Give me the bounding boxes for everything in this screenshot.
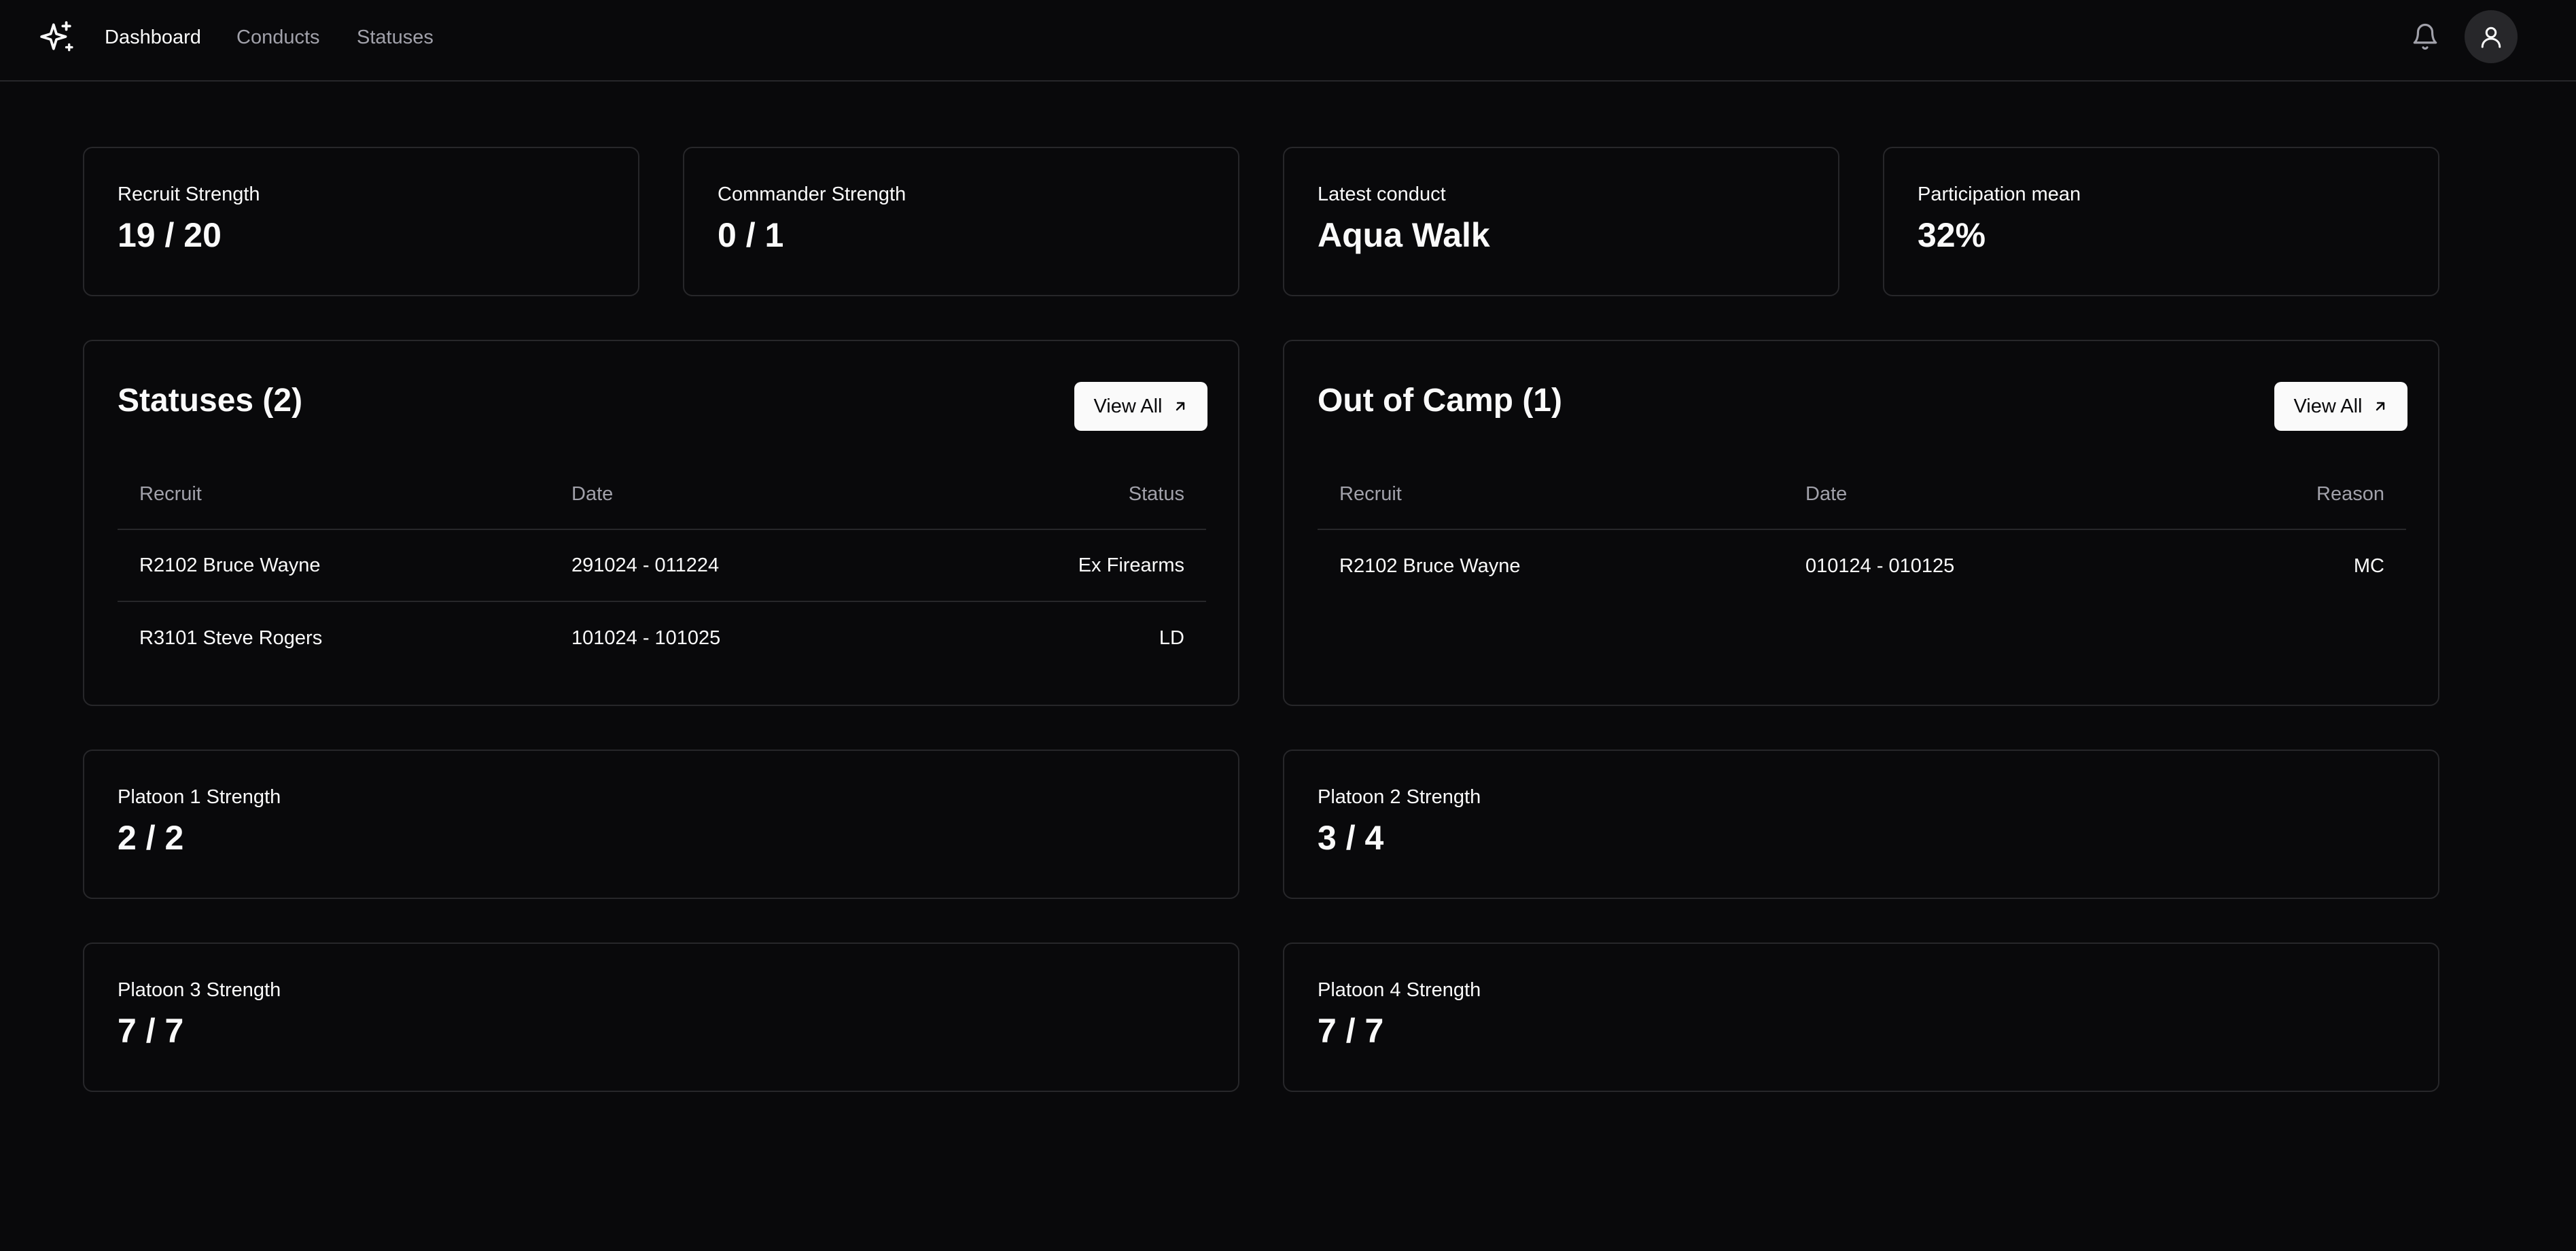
stat-value: Aqua Walk (1318, 216, 1490, 254)
status-cell: Ex Firearms (1078, 554, 1184, 576)
date-cell: 010124 - 010125 (1805, 554, 1955, 577)
platoon-3-strength-card: Platoon 3 Strength 7 / 7 (83, 942, 1239, 1092)
sparkles-icon[interactable] (39, 20, 73, 54)
stat-card-recruit-strength: Recruit Strength 19 / 20 (83, 147, 639, 296)
stat-value: 0 / 1 (718, 216, 784, 254)
stat-value: 32% (1918, 216, 1986, 254)
bell-icon[interactable] (2411, 22, 2439, 51)
statuses-table: Recruit Date Status R2102 Bruce Wayne 29… (118, 459, 1206, 674)
platoon-value: 7 / 7 (1318, 1012, 1384, 1050)
table-row[interactable]: R2102 Bruce Wayne 010124 - 010125 MC (1318, 530, 2406, 602)
out-of-camp-panel-title: Out of Camp (1) (1318, 383, 1562, 419)
table-row[interactable]: R2102 Bruce Wayne 291024 - 011224 Ex Fir… (118, 530, 1206, 602)
stat-card-latest-conduct: Latest conduct Aqua Walk (1283, 147, 1839, 296)
recruit-cell: R2102 Bruce Wayne (1339, 554, 1521, 577)
user-icon (2481, 27, 2501, 48)
stat-label: Commander Strength (718, 183, 906, 205)
stat-card-commander-strength: Commander Strength 0 / 1 (683, 147, 1239, 296)
table-header-row: Recruit Date Reason (1318, 459, 2406, 530)
platoon-value: 3 / 4 (1318, 819, 1384, 857)
recruit-cell: R3101 Steve Rogers (139, 627, 323, 649)
out-of-camp-table: Recruit Date Reason R2102 Bruce Wayne 01… (1318, 459, 2406, 602)
out-of-camp-view-all-button[interactable]: View All (2274, 382, 2407, 431)
column-header-reason: Reason (2316, 482, 2384, 505)
column-header-recruit: Recruit (139, 482, 202, 505)
reason-cell: MC (2353, 554, 2384, 577)
stat-label: Participation mean (1918, 183, 2081, 205)
platoon-value: 7 / 7 (118, 1012, 184, 1050)
platoon-label: Platoon 2 Strength (1318, 786, 1481, 808)
view-all-label: View All (2293, 395, 2363, 417)
stat-label: Latest conduct (1318, 183, 1446, 205)
stat-label: Recruit Strength (118, 183, 260, 205)
arrow-up-right-icon (1176, 402, 1184, 411)
date-cell: 291024 - 011224 (571, 554, 720, 576)
nav-link-statuses[interactable]: Statuses (357, 26, 434, 49)
nav-link-conducts[interactable]: Conducts (236, 26, 320, 49)
recruit-cell: R2102 Bruce Wayne (139, 554, 321, 576)
platoon-4-strength-card: Platoon 4 Strength 7 / 7 (1283, 942, 2439, 1092)
table-header-row: Recruit Date Status (118, 459, 1206, 530)
user-avatar-button[interactable] (2465, 10, 2518, 63)
nav-link-dashboard[interactable]: Dashboard (105, 26, 201, 49)
status-cell: LD (1159, 627, 1184, 649)
arrow-up-right-icon (2376, 402, 2384, 411)
column-header-date: Date (1805, 482, 1848, 505)
stat-card-participation-mean: Participation mean 32% (1883, 147, 2439, 296)
table-row[interactable]: R3101 Steve Rogers 101024 - 101025 LD (118, 602, 1206, 674)
platoon-1-strength-card: Platoon 1 Strength 2 / 2 (83, 750, 1239, 899)
top-navigation-bar: Dashboard Conducts Statuses (0, 0, 2576, 82)
statuses-panel: Statuses (2) View All Recruit Date Statu… (83, 340, 1239, 706)
column-header-recruit: Recruit (1339, 482, 1402, 505)
platoon-2-strength-card: Platoon 2 Strength 3 / 4 (1283, 750, 2439, 899)
platoon-label: Platoon 3 Strength (118, 979, 281, 1001)
view-all-label: View All (1093, 395, 1163, 417)
statuses-panel-title: Statuses (2) (118, 383, 303, 419)
statuses-view-all-button[interactable]: View All (1074, 382, 1207, 431)
column-header-status: Status (1128, 482, 1184, 505)
column-header-date: Date (571, 482, 614, 505)
platoon-label: Platoon 1 Strength (118, 786, 281, 808)
platoon-label: Platoon 4 Strength (1318, 979, 1481, 1001)
date-cell: 101024 - 101025 (571, 627, 721, 649)
stat-value: 19 / 20 (118, 216, 222, 254)
out-of-camp-panel: Out of Camp (1) View All Recruit Date Re… (1283, 340, 2439, 706)
platoon-value: 2 / 2 (118, 819, 184, 857)
